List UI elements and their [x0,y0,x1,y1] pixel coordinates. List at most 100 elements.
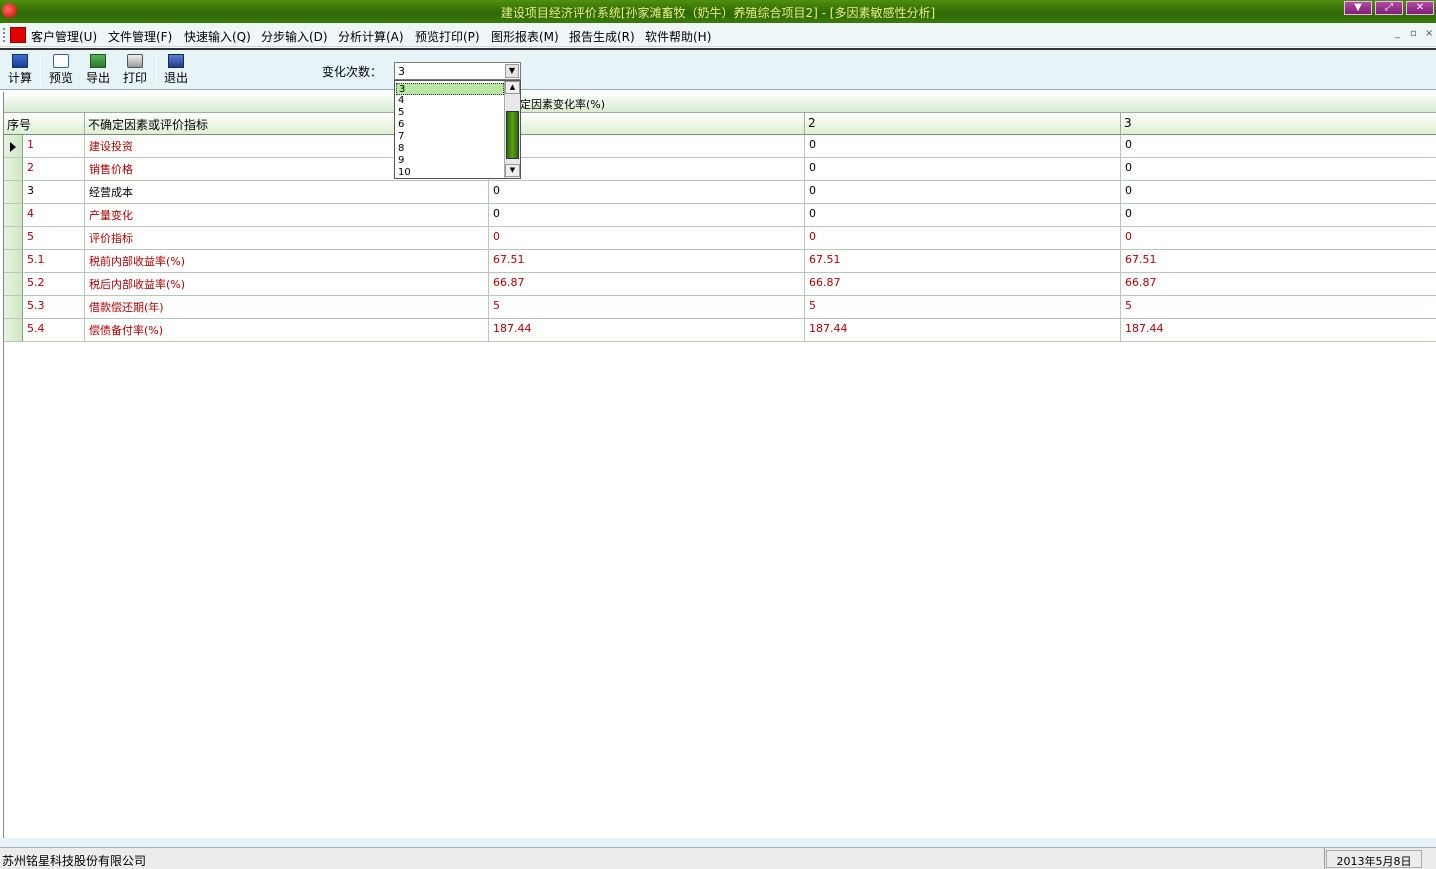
cell-v2[interactable]: 0 [805,227,1121,250]
table-row[interactable]: 5.1 税前内部收益率(%) 67.51 67.51 67.51 [4,250,1436,273]
menu-step-input[interactable]: 分步输入(D) [261,28,328,45]
cell-no[interactable]: 4 [23,204,85,227]
table-row[interactable]: 5.2 税后内部收益率(%) 66.87 66.87 66.87 [4,273,1436,296]
maximize-button[interactable]: ⤢ [1375,1,1403,15]
cell-v1[interactable]: 5 [489,296,805,319]
cell-v3[interactable]: 187.44 [1121,319,1436,342]
cell-v3[interactable]: 0 [1121,204,1436,227]
cell-v2[interactable]: 0 [805,181,1121,204]
row-indicator[interactable] [4,158,23,181]
dropdown-option[interactable]: 10 [396,167,504,179]
menu-report[interactable]: 报告生成(R) [569,28,635,45]
cell-name[interactable]: 借款偿还期(年) [85,296,489,319]
cell-v1[interactable]: 0 [489,181,805,204]
row-indicator[interactable] [4,319,23,342]
cell-v1[interactable]: 67.51 [489,250,805,273]
cell-v3[interactable]: 0 [1121,135,1436,158]
cell-no[interactable]: 5.3 [23,296,85,319]
table-row[interactable]: 5.3 借款偿还期(年) 5 5 5 [4,296,1436,319]
dropdown-option[interactable]: 3 [396,83,504,95]
status-date: 2013年5月8日 [1326,850,1422,868]
exit-button[interactable]: 退出 [162,54,190,88]
cell-no[interactable]: 5.2 [23,273,85,296]
cell-name[interactable]: 税后内部收益率(%) [85,273,489,296]
cell-v2[interactable]: 0 [805,135,1121,158]
cell-v3[interactable]: 0 [1121,181,1436,204]
print-label: 打印 [122,71,147,85]
table-row[interactable]: 4 产量变化 0 0 0 [4,204,1436,227]
cell-v2[interactable]: 66.87 [805,273,1121,296]
chevron-down-icon[interactable]: ▼ [505,64,519,78]
cell-v2[interactable]: 5 [805,296,1121,319]
cell-v2[interactable]: 0 [805,158,1121,181]
row-indicator[interactable] [4,181,23,204]
cell-name[interactable]: 产量变化 [85,204,489,227]
mdi-minimize-button[interactable]: _ [1395,28,1400,39]
export-button[interactable]: 导出 [84,54,112,88]
document-icon [10,27,26,43]
cell-name[interactable]: 偿债备付率(%) [85,319,489,342]
table-row[interactable]: 5 评价指标 0 0 0 [4,227,1436,250]
print-button[interactable]: 打印 [121,54,149,88]
mdi-close-button[interactable]: × [1425,28,1433,39]
cell-name[interactable]: 评价指标 [85,227,489,250]
cell-no[interactable]: 5.1 [23,250,85,273]
dropdown-scrollbar[interactable]: ▲ ▼ [504,81,520,178]
table-row[interactable]: 1 建设投资 0 0 [4,135,1436,158]
table-row[interactable]: 2 销售价格 0 0 [4,158,1436,181]
dropdown-option[interactable]: 6 [396,119,504,131]
menu-print-preview[interactable]: 预览打印(P) [415,28,480,45]
menu-analysis[interactable]: 分析计算(A) [338,28,404,45]
cell-v3[interactable]: 66.87 [1121,273,1436,296]
band-label: 定因素变化率(%) [520,98,606,111]
cell-v2[interactable]: 187.44 [805,319,1121,342]
cell-no[interactable]: 5.4 [23,319,85,342]
table-row[interactable]: 5.4 偿债备付率(%) 187.44 187.44 187.44 [4,319,1436,342]
cell-v2[interactable]: 0 [805,204,1121,227]
cell-no[interactable]: 5 [23,227,85,250]
scroll-thumb[interactable] [506,111,519,159]
minimize-button[interactable]: ▼ [1344,1,1372,15]
dropdown-option[interactable]: 5 [396,107,504,119]
menu-help[interactable]: 软件帮助(H) [645,28,711,45]
close-button[interactable]: ✕ [1406,1,1434,15]
cell-v1[interactable] [489,158,805,181]
cell-v1[interactable]: 187.44 [489,319,805,342]
cell-no[interactable]: 3 [23,181,85,204]
dropdown-option[interactable]: 7 [396,131,504,143]
cell-v3[interactable]: 5 [1121,296,1436,319]
scroll-up-icon[interactable]: ▲ [505,81,520,94]
cell-v1[interactable]: 66.87 [489,273,805,296]
row-indicator[interactable] [4,250,23,273]
scroll-down-icon[interactable]: ▼ [505,164,520,177]
cell-name[interactable]: 税前内部收益率(%) [85,250,489,273]
menu-quick-input[interactable]: 快速输入(Q) [184,28,251,45]
cell-v1[interactable]: 0 [489,227,805,250]
dropdown-option[interactable]: 8 [396,143,504,155]
cell-v2[interactable]: 67.51 [805,250,1121,273]
row-indicator[interactable] [4,296,23,319]
dropdown-option[interactable]: 4 [396,95,504,107]
cell-no[interactable]: 2 [23,158,85,181]
cell-v3[interactable]: 67.51 [1121,250,1436,273]
menu-file[interactable]: 文件管理(F) [108,28,172,45]
cell-v3[interactable]: 0 [1121,227,1436,250]
row-indicator[interactable] [4,273,23,296]
preview-button[interactable]: 预览 [47,54,75,88]
menu-charts[interactable]: 图形报表(M) [491,28,559,45]
row-indicator[interactable] [4,204,23,227]
change-count-select[interactable]: 3 ▼ [394,62,521,80]
cell-v1[interactable] [489,135,805,158]
calculate-button[interactable]: 计算 [6,54,34,88]
sensitivity-grid: 定因素变化率(%) 序号 不确定因素或评价指标 2 3 1 建设投资 0 0 2 销售价格… [3,92,1436,838]
dropdown-option[interactable]: 9 [396,155,504,167]
menu-customer[interactable]: 客户管理(U) [31,28,97,45]
cell-name[interactable]: 经营成本 [85,181,489,204]
cell-no[interactable]: 1 [23,135,85,158]
table-row[interactable]: 3 经营成本 0 0 0 [4,181,1436,204]
cell-v3[interactable]: 0 [1121,158,1436,181]
cell-v1[interactable]: 0 [489,204,805,227]
row-indicator[interactable] [4,227,23,250]
row-indicator[interactable] [4,135,23,158]
mdi-restore-button[interactable]: ▫ [1410,28,1417,39]
